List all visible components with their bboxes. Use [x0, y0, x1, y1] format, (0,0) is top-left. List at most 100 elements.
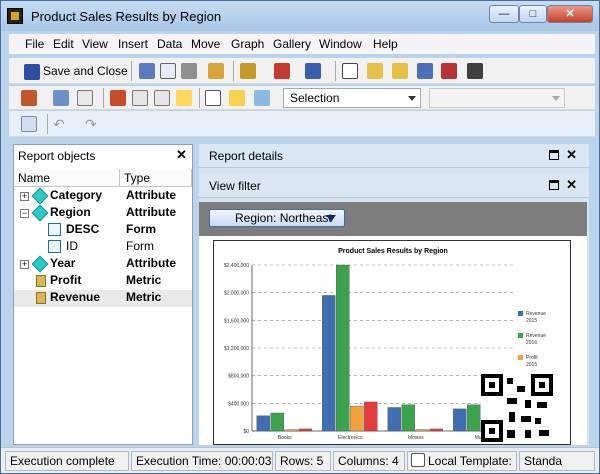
- bar: [401, 404, 415, 432]
- region-filter-button[interactable]: Region: Northeast: [209, 209, 345, 227]
- y-tick-label: $2,400,000: [224, 263, 249, 269]
- legend-label: Revenue: [526, 311, 546, 317]
- maximize-pane-icon[interactable]: [549, 150, 559, 160]
- bar: [429, 428, 443, 432]
- attribute-icon: [31, 187, 49, 205]
- minimize-button[interactable]: —: [489, 5, 519, 23]
- attribute-icon: [31, 204, 49, 222]
- menu-graph[interactable]: Graph: [231, 37, 264, 51]
- page-icon[interactable]: [205, 90, 221, 106]
- secondary-dropdown[interactable]: [429, 88, 565, 108]
- close-pane-icon[interactable]: ✕: [566, 147, 577, 163]
- window-title: Product Sales Results by Region: [31, 9, 222, 24]
- book-icon[interactable]: [139, 63, 155, 79]
- menu-window[interactable]: Window: [319, 37, 362, 51]
- menu-help[interactable]: Help: [373, 37, 398, 51]
- bar: [270, 412, 284, 432]
- y-tick-label: $2,000,000: [224, 291, 249, 297]
- table-alt-icon[interactable]: [392, 63, 408, 79]
- tree-item-name: Revenue: [50, 290, 101, 304]
- tree-item-type: Metric: [126, 290, 162, 304]
- collapse-icon[interactable]: −: [20, 209, 29, 218]
- grid-graph-icon[interactable]: [441, 63, 457, 79]
- object-browser-icon[interactable]: [110, 90, 126, 106]
- report-details-bar[interactable]: Report details ✕: [199, 144, 589, 168]
- column-header-type[interactable]: Type: [120, 169, 192, 187]
- sticky-note-icon[interactable]: [176, 90, 192, 106]
- print-preview-icon[interactable]: [160, 63, 176, 79]
- paint-icon[interactable]: [240, 63, 256, 79]
- maximize-button[interactable]: □: [519, 5, 547, 23]
- y-tick-label: $1,600,000: [224, 318, 249, 324]
- bar: [453, 408, 467, 432]
- tree-row-region[interactable]: − Region Attribute: [14, 204, 192, 222]
- close-pane-icon[interactable]: ✕: [566, 177, 577, 193]
- tree-row-id[interactable]: ID Form: [14, 239, 192, 256]
- maximize-pane-icon[interactable]: [549, 180, 559, 190]
- toolbar-separator: [233, 61, 234, 81]
- menu-insert[interactable]: Insert: [118, 37, 148, 51]
- menu-bar: File Edit View Insert Data Move Graph Ga…: [9, 34, 595, 54]
- lightbulb-icon[interactable]: [229, 90, 245, 106]
- status-mode: Standa: [519, 451, 595, 471]
- bar: [284, 429, 298, 432]
- tree-row-category[interactable]: + Category Attribute: [14, 187, 192, 205]
- column-header-name[interactable]: Name: [14, 169, 120, 187]
- grid-view-icon[interactable]: [342, 63, 358, 79]
- status-template: Local Template:: [407, 451, 517, 471]
- print-icon[interactable]: [181, 63, 197, 79]
- close-panel-icon[interactable]: ✕: [176, 147, 187, 163]
- export-icon[interactable]: [208, 63, 224, 79]
- tree-row-desc[interactable]: DESC Form: [14, 222, 192, 239]
- tree-row-revenue[interactable]: Revenue Metric: [14, 290, 192, 307]
- chart-icon[interactable]: [467, 63, 483, 79]
- filter-editor-icon[interactable]: [154, 90, 170, 106]
- selection-dropdown[interactable]: Selection: [283, 88, 421, 108]
- sort-icon[interactable]: [53, 90, 69, 106]
- menu-view[interactable]: View: [82, 37, 108, 51]
- bar: [298, 428, 312, 432]
- undo-icon[interactable]: ↶: [53, 116, 69, 132]
- menu-edit[interactable]: Edit: [53, 37, 74, 51]
- toolbar-edit: ↶ ↷: [9, 111, 595, 137]
- notes-icon[interactable]: [132, 90, 148, 106]
- menu-data[interactable]: Data: [157, 37, 182, 51]
- save-and-close-button[interactable]: Save and Close: [23, 61, 128, 81]
- bar: [415, 429, 429, 432]
- redo-icon[interactable]: ↷: [85, 116, 101, 132]
- graph-view-icon[interactable]: [417, 63, 433, 79]
- close-button[interactable]: ✕: [547, 5, 593, 23]
- tree-item-name: Year: [50, 256, 76, 270]
- bar: [467, 404, 481, 432]
- expand-icon[interactable]: +: [20, 192, 29, 201]
- legend-label-year: 2015: [526, 362, 537, 368]
- bar-chart-icon[interactable]: [274, 63, 290, 79]
- template-icon: [411, 453, 425, 467]
- form-icon: [48, 240, 61, 253]
- bar: [336, 264, 350, 432]
- refresh-icon[interactable]: [254, 90, 270, 106]
- report-details-label: Report details: [209, 149, 284, 163]
- lines-icon[interactable]: [305, 63, 321, 79]
- status-bar: Execution complete Execution Time: 00:00…: [1, 447, 599, 473]
- help-icon[interactable]: [77, 90, 93, 106]
- copy-icon[interactable]: [21, 116, 37, 132]
- tree-item-type: Metric: [126, 273, 162, 287]
- tree-item-type: Attribute: [126, 188, 176, 202]
- expand-icon[interactable]: +: [20, 260, 29, 269]
- bar: [256, 415, 270, 432]
- pivot-icon[interactable]: [21, 90, 37, 106]
- tree-row-year[interactable]: + Year Attribute: [14, 255, 192, 273]
- toolbar-separator: [199, 88, 200, 108]
- x-tick-label: Movies: [408, 435, 424, 441]
- menu-move[interactable]: Move: [191, 37, 220, 51]
- bar: [387, 407, 401, 432]
- tree-row-profit[interactable]: Profit Metric: [14, 273, 192, 290]
- attribute-icon: [31, 255, 49, 273]
- menu-file[interactable]: File: [25, 37, 44, 51]
- menu-gallery[interactable]: Gallery: [273, 37, 311, 51]
- legend-label: Revenue: [526, 333, 546, 339]
- view-filter-bar[interactable]: View filter ✕: [199, 174, 589, 198]
- qr-code-image: [481, 374, 553, 442]
- table-icon[interactable]: [367, 63, 383, 79]
